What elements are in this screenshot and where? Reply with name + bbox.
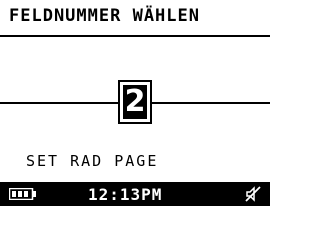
field-number-value: 2 [123, 84, 147, 119]
field-number-selector[interactable]: 2 [118, 80, 152, 124]
screen-title: FELDNUMMER WÄHLEN [9, 6, 200, 26]
title-divider [0, 35, 270, 37]
status-bar: 12:13PM [0, 182, 270, 206]
speaker-muted-icon [245, 186, 261, 202]
clock: 12:13PM [88, 185, 163, 204]
battery-icon [9, 188, 36, 200]
softkey-set-rad-page[interactable]: SET RAD PAGE [26, 152, 158, 170]
device-screen: FELDNUMMER WÄHLEN 2 SET RAD PAGE 12:13PM [0, 0, 270, 206]
